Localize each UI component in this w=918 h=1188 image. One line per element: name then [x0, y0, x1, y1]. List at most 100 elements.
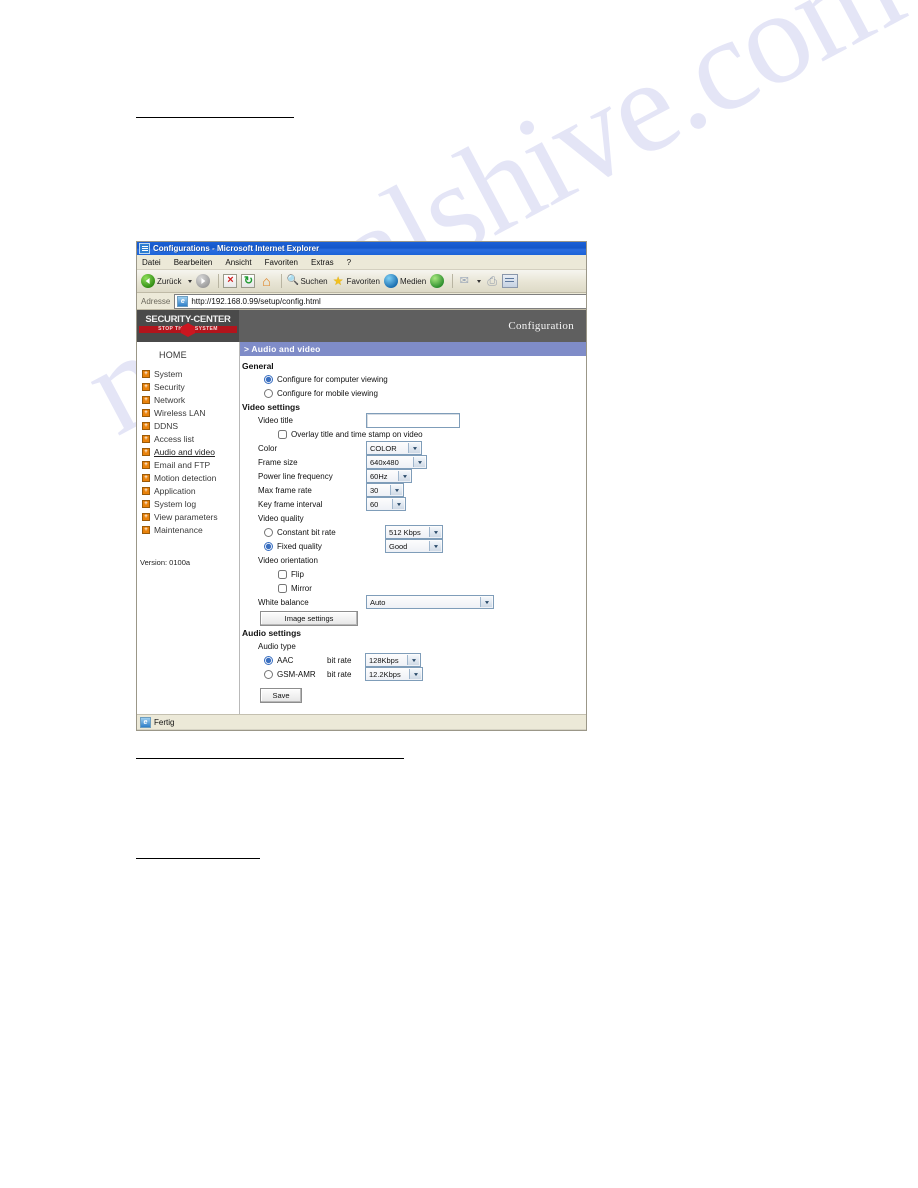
chevron-down-icon: [429, 541, 441, 551]
checkbox-mirror[interactable]: [278, 583, 287, 593]
search-icon: [286, 275, 298, 287]
camera-page-header: SECURITY-CENTER STOP THEFT SYSTEM Config…: [137, 310, 586, 342]
expand-icon: [142, 512, 150, 521]
radio-gsm-amr[interactable]: [264, 669, 273, 679]
sidebar-item-label: Motion detection: [154, 472, 217, 483]
page-title: Configuration: [508, 320, 574, 332]
radio-constant-bit-rate[interactable]: [264, 527, 273, 537]
checkbox-flip[interactable]: [278, 569, 287, 579]
history-button[interactable]: [430, 274, 445, 288]
chevron-down-icon: [413, 457, 425, 467]
checkbox-overlay-timestamp[interactable]: [278, 429, 287, 439]
address-label: Adresse: [141, 296, 171, 306]
window-title: Configurations - Microsoft Internet Expl…: [153, 244, 320, 253]
row-color: Color COLOR: [242, 441, 586, 455]
address-url: http://192.168.0.99/setup/config.html: [191, 296, 321, 306]
refresh-icon[interactable]: [241, 274, 256, 288]
sidebar-item-ddns[interactable]: DDNS: [137, 419, 239, 432]
mail-dropdown-icon[interactable]: [477, 279, 482, 283]
select-white-balance[interactable]: Auto: [366, 595, 494, 609]
media-button[interactable]: Medien: [383, 274, 426, 288]
forward-button[interactable]: [196, 274, 211, 288]
toolbar-separator-1: [218, 274, 220, 288]
sidebar-item-access-list[interactable]: Access list: [137, 432, 239, 445]
select-aac-bit-rate-value: 128Kbps: [369, 655, 399, 665]
menu-help[interactable]: ?: [347, 258, 351, 267]
label-key-frame-interval: Key frame interval: [258, 499, 323, 509]
sidebar-item-home[interactable]: HOME: [137, 350, 239, 367]
horizontal-rule-top: [136, 117, 294, 118]
input-video-title[interactable]: [366, 412, 460, 428]
sidebar-item-label: Maintenance: [154, 524, 203, 535]
expand-icon: [142, 395, 150, 404]
sidebar-item-system[interactable]: System: [137, 367, 239, 380]
select-gsm-bit-rate[interactable]: 12.2Kbps: [365, 667, 423, 681]
select-color[interactable]: COLOR: [366, 441, 422, 455]
chevron-down-icon: [398, 471, 410, 481]
chevron-down-icon: [429, 527, 441, 537]
expand-icon: [142, 434, 150, 443]
sidebar-item-label: System log: [154, 498, 197, 509]
radio-aac[interactable]: [264, 655, 273, 665]
history-icon: [430, 274, 445, 288]
back-button[interactable]: Zurück: [141, 274, 181, 288]
radio-fixed-quality[interactable]: [264, 541, 273, 551]
stop-icon[interactable]: [223, 274, 238, 288]
save-button[interactable]: Save: [260, 688, 302, 703]
select-constant-bit-rate[interactable]: 512 Kbps: [385, 525, 443, 539]
menu-extras[interactable]: Extras: [311, 258, 334, 267]
select-max-frame-rate[interactable]: 30: [366, 483, 404, 497]
row-mirror: Mirror: [242, 581, 586, 595]
sidebar-item-security[interactable]: Security: [137, 380, 239, 393]
group-title-video-settings: Video settings: [242, 402, 300, 412]
select-frame-size[interactable]: 640x480: [366, 455, 427, 469]
sidebar-item-email-and-ftp[interactable]: Email and FTP: [137, 458, 239, 471]
select-aac-bit-rate[interactable]: 128Kbps: [365, 653, 421, 667]
sidebar-item-label: Network: [154, 394, 186, 405]
camera-body: HOME System Security Network: [137, 342, 586, 714]
brand-logo: SECURITY-CENTER STOP THEFT SYSTEM: [137, 310, 239, 342]
sidebar-item-wireless-lan[interactable]: Wireless LAN: [137, 406, 239, 419]
print-icon[interactable]: [485, 275, 499, 287]
sidebar-item-system-log[interactable]: System log: [137, 497, 239, 510]
select-power-line-frequency[interactable]: 60Hz: [366, 469, 412, 483]
sidebar-item-network[interactable]: Network: [137, 393, 239, 406]
favorites-button[interactable]: Favoriten: [332, 275, 380, 288]
mail-icon[interactable]: [457, 275, 471, 287]
row-video-quality: Video quality: [242, 511, 586, 525]
search-button[interactable]: Suchen: [286, 275, 327, 287]
back-dropdown-icon[interactable]: [188, 279, 193, 283]
menu-ansicht[interactable]: Ansicht: [225, 258, 251, 267]
sidebar-item-view-parameters[interactable]: View parameters: [137, 510, 239, 523]
edit-icon[interactable]: [502, 274, 519, 288]
home-icon[interactable]: [259, 274, 273, 288]
menu-datei[interactable]: Datei: [142, 258, 161, 267]
select-key-frame-interval[interactable]: 60: [366, 497, 406, 511]
row-aac: AAC bit rate 128Kbps: [242, 653, 586, 667]
menu-bearbeiten[interactable]: Bearbeiten: [174, 258, 213, 267]
chevron-down-icon: [409, 669, 421, 679]
row-frame-size: Frame size 640x480: [242, 455, 586, 469]
image-settings-button[interactable]: Image settings: [260, 611, 358, 626]
label-frame-size: Frame size: [258, 457, 298, 467]
radio-configure-computer[interactable]: [264, 374, 273, 384]
sidebar-item-maintenance[interactable]: Maintenance: [137, 523, 239, 536]
label-max-frame-rate: Max frame rate: [258, 485, 312, 495]
address-input[interactable]: http://192.168.0.99/setup/config.html: [174, 293, 586, 309]
toolbar-separator-3: [452, 274, 454, 288]
radio-configure-mobile[interactable]: [264, 388, 273, 398]
sidebar-item-application[interactable]: Application: [137, 484, 239, 497]
sidebar-item-motion-detection[interactable]: Motion detection: [137, 471, 239, 484]
row-fixed-quality: Fixed quality Good: [242, 539, 586, 553]
browser-window: Configurations - Microsoft Internet Expl…: [136, 241, 587, 731]
label-video-title: Video title: [258, 415, 293, 425]
window-icon: [139, 243, 150, 254]
back-arrow-icon: [141, 274, 155, 288]
label-configure-mobile: Configure for mobile viewing: [277, 388, 378, 398]
select-fixed-quality[interactable]: Good: [385, 539, 443, 553]
sidebar-item-label: Audio and video: [154, 446, 215, 457]
sidebar-item-audio-and-video[interactable]: Audio and video: [137, 445, 239, 458]
group-title-general: General: [242, 361, 274, 371]
web-content-area: SECURITY-CENTER STOP THEFT SYSTEM Config…: [137, 310, 586, 714]
menu-favoriten[interactable]: Favoriten: [265, 258, 298, 267]
